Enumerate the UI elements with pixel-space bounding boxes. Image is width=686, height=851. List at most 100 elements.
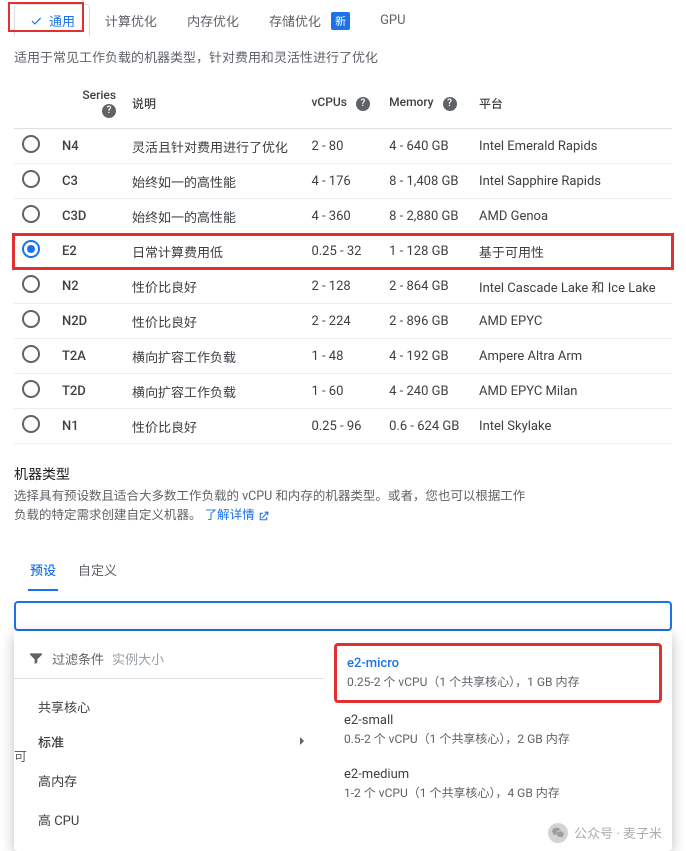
- cell-platform: Intel Skylake: [471, 409, 672, 444]
- radio-button[interactable]: [22, 170, 40, 188]
- option-title: e2-medium: [344, 767, 652, 782]
- machine-type-combobox[interactable]: [14, 601, 672, 631]
- cell-memory: 0.6 - 624 GB: [381, 409, 471, 444]
- machine-type-desc: 选择具有预设数且适合大多数工作负载的 vCPU 和内存的机器类型。或者，您也可以…: [0, 488, 686, 526]
- table-header-row: Series ? 说明 vCPUs ? Memory ? 平台: [14, 78, 672, 129]
- machine-type-title: 机器类型: [0, 444, 686, 488]
- tab-label: 计算优化: [105, 11, 157, 30]
- radio-button[interactable]: [22, 415, 40, 433]
- col-desc: 说明: [124, 78, 303, 129]
- cell-memory: 8 - 2,880 GB: [381, 199, 471, 234]
- tab-memory[interactable]: 内存优化: [172, 4, 254, 37]
- cell-series: N2D: [54, 304, 124, 339]
- radio-button[interactable]: [22, 135, 40, 153]
- machine-option[interactable]: e2-medium 1-2 个 vCPU（1 个共享核心），4 GB 内存: [334, 757, 662, 811]
- cell-platform: Intel Cascade Lake 和 Ice Lake: [471, 269, 672, 304]
- help-icon[interactable]: ?: [443, 97, 457, 111]
- table-row[interactable]: T2A横向扩容工作负载1 - 484 - 192 GBAmpere Altra …: [14, 339, 672, 374]
- col-memory: Memory ?: [381, 78, 471, 129]
- cell-platform: Intel Emerald Rapids: [471, 129, 672, 164]
- cell-series: N1: [54, 409, 124, 444]
- cell-memory: 8 - 1,408 GB: [381, 164, 471, 199]
- cell-series: C3: [54, 164, 124, 199]
- filter-row[interactable]: 过滤条件 实例大小: [14, 643, 324, 674]
- cell-vcpus: 4 - 176: [303, 164, 381, 199]
- cell-memory: 2 - 896 GB: [381, 304, 471, 339]
- machine-type-dropdown: 过滤条件 实例大小 共享核心 标准 高内存 高 CPU e2-micro0.25…: [14, 631, 672, 851]
- tab-label: 内存优化: [187, 11, 239, 30]
- cell-platform: Ampere Altra Arm: [471, 339, 672, 374]
- category-highcpu[interactable]: 高 CPU: [14, 800, 324, 839]
- tab-compute[interactable]: 计算优化: [90, 4, 172, 37]
- cell-series: C3D: [54, 199, 124, 234]
- tab-gpu[interactable]: GPU: [365, 6, 421, 35]
- external-link-icon: [257, 510, 270, 523]
- tab-label: 通用: [49, 11, 75, 30]
- table-row[interactable]: N1性价比良好0.25 - 960.6 - 624 GBIntel Skylak…: [14, 409, 672, 444]
- radio-button[interactable]: [22, 380, 40, 398]
- category-standard[interactable]: 标准: [14, 722, 324, 761]
- machine-option[interactable]: e2-small 0.5-2 个 vCPU（1 个共享核心），2 GB 内存: [334, 703, 662, 757]
- cell-memory: 4 - 192 GB: [381, 339, 471, 374]
- cell-platform: AMD EPYC Milan: [471, 374, 672, 409]
- filter-label: 过滤条件: [52, 649, 104, 668]
- category-tabs: 通用 计算优化 内存优化 存储优化 新 GPU: [0, 0, 686, 37]
- option-subtitle: 0.5-2 个 vCPU（1 个共享核心），2 GB 内存: [344, 730, 652, 747]
- cell-vcpus: 1 - 60: [303, 374, 381, 409]
- option-title: e2-small: [344, 713, 652, 728]
- radio-button[interactable]: [22, 205, 40, 223]
- divider: [14, 678, 324, 679]
- cell-vcpus: 2 - 128: [303, 269, 381, 304]
- cell-desc: 横向扩容工作负载: [124, 374, 303, 409]
- dropdown-left: 过滤条件 实例大小 共享核心 标准 高内存 高 CPU: [14, 639, 324, 843]
- table-row[interactable]: N2D性价比良好2 - 2242 - 896 GBAMD EPYC: [14, 304, 672, 339]
- tab-preset[interactable]: 预设: [28, 554, 58, 591]
- cell-memory: 4 - 240 GB: [381, 374, 471, 409]
- annotation-highlight: [12, 233, 674, 270]
- check-icon: [29, 14, 43, 28]
- col-radio: [14, 78, 54, 129]
- table-row[interactable]: C3D始终如一的高性能4 - 3608 - 2,880 GBAMD Genoa: [14, 199, 672, 234]
- cell-vcpus: 4 - 360: [303, 199, 381, 234]
- tab-custom[interactable]: 自定义: [76, 554, 119, 591]
- cell-series: T2D: [54, 374, 124, 409]
- tab-general[interactable]: 通用: [14, 4, 90, 37]
- cell-desc: 性价比良好: [124, 304, 303, 339]
- option-subtitle: 0.25-2 个 vCPU（1 个共享核心），1 GB 内存: [347, 673, 649, 690]
- series-table-wrap: Series ? 说明 vCPUs ? Memory ? 平台 N4灵活且针对费…: [0, 78, 686, 444]
- cell-desc: 横向扩容工作负载: [124, 339, 303, 374]
- machine-option[interactable]: e2-micro0.25-2 个 vCPU（1 个共享核心），1 GB 内存: [334, 643, 662, 703]
- help-icon[interactable]: ?: [102, 104, 116, 118]
- radio-button[interactable]: [22, 275, 40, 293]
- table-row[interactable]: T2D横向扩容工作负载1 - 604 - 240 GBAMD EPYC Mila…: [14, 374, 672, 409]
- col-vcpus: vCPUs ?: [303, 78, 381, 129]
- cell-platform: Intel Sapphire Rapids: [471, 164, 672, 199]
- tab-label: 存储优化: [269, 11, 321, 30]
- preset-custom-tabs: 预设 自定义: [14, 540, 672, 591]
- col-series: Series ?: [54, 78, 124, 129]
- filter-placeholder: 实例大小: [112, 649, 164, 668]
- table-row[interactable]: C3始终如一的高性能4 - 1768 - 1,408 GBIntel Sapph…: [14, 164, 672, 199]
- category-shared[interactable]: 共享核心: [14, 687, 324, 722]
- chevron-right-icon: [294, 733, 310, 749]
- radio-button[interactable]: [22, 345, 40, 363]
- cell-desc: 性价比良好: [124, 409, 303, 444]
- cell-desc: 始终如一的高性能: [124, 164, 303, 199]
- table-row[interactable]: N4灵活且针对费用进行了优化2 - 804 - 640 GBIntel Emer…: [14, 129, 672, 164]
- category-highmem[interactable]: 高内存: [14, 761, 324, 800]
- tab-storage[interactable]: 存储优化 新: [254, 4, 365, 37]
- table-row[interactable]: N2性价比良好2 - 1282 - 864 GBIntel Cascade La…: [14, 269, 672, 304]
- truncated-text: 可: [14, 746, 27, 765]
- cell-platform: AMD Genoa: [471, 199, 672, 234]
- cell-platform: AMD EPYC: [471, 304, 672, 339]
- cell-vcpus: 2 - 224: [303, 304, 381, 339]
- cell-series: N2: [54, 269, 124, 304]
- cell-memory: 2 - 864 GB: [381, 269, 471, 304]
- learn-more-link[interactable]: 了解详情: [205, 507, 270, 526]
- option-subtitle: 1-2 个 vCPU（1 个共享核心），4 GB 内存: [344, 784, 652, 801]
- cell-series: T2A: [54, 339, 124, 374]
- radio-button[interactable]: [22, 310, 40, 328]
- col-platform: 平台: [471, 78, 672, 129]
- help-icon[interactable]: ?: [356, 97, 370, 111]
- cell-series: N4: [54, 129, 124, 164]
